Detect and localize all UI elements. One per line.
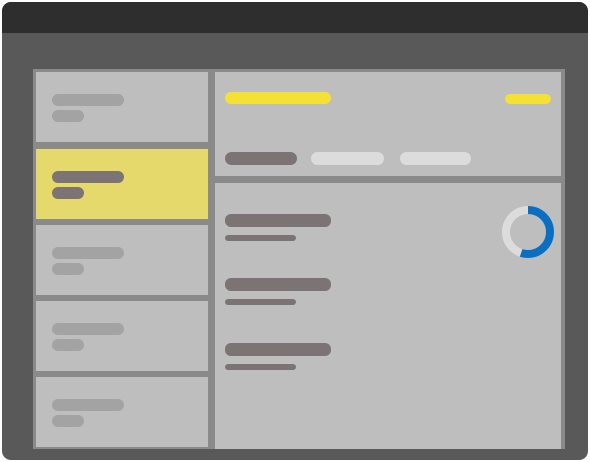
detail-header [215, 72, 561, 176]
list-item-subtitle-placeholder [52, 263, 84, 275]
list-item-title-placeholder [52, 94, 124, 106]
detail-row-3 [225, 343, 335, 375]
main-content [33, 69, 565, 449]
tab-3[interactable] [400, 152, 471, 165]
window-titlebar[interactable] [2, 2, 588, 33]
list-item-subtitle-placeholder [52, 187, 84, 199]
list-item-subtitle-placeholder [52, 339, 84, 351]
row-title-placeholder [225, 278, 331, 291]
header-title-placeholder [225, 92, 331, 104]
row-title-placeholder [225, 343, 331, 356]
sidebar-item-1[interactable] [36, 72, 208, 142]
sidebar-item-5[interactable] [36, 377, 208, 447]
list-item-title-placeholder [52, 247, 124, 259]
tab-2[interactable] [311, 152, 384, 165]
row-subtitle-placeholder [225, 235, 296, 241]
progress-ring-icon [502, 206, 554, 258]
sidebar-list [36, 72, 208, 449]
list-item-title-placeholder [52, 171, 124, 183]
sidebar-item-3[interactable] [36, 225, 208, 295]
detail-row-1 [225, 214, 335, 246]
detail-row-2 [225, 278, 335, 310]
list-item-title-placeholder [52, 323, 124, 335]
row-subtitle-placeholder [225, 364, 296, 370]
sidebar-item-4[interactable] [36, 301, 208, 371]
tab-1[interactable] [225, 152, 297, 165]
list-item-subtitle-placeholder [52, 110, 84, 122]
list-item-subtitle-placeholder [52, 415, 84, 427]
header-action-placeholder[interactable] [505, 94, 551, 104]
row-title-placeholder [225, 214, 331, 227]
row-subtitle-placeholder [225, 299, 296, 305]
detail-body [215, 183, 561, 449]
sidebar-item-2[interactable] [36, 149, 208, 219]
app-window [2, 2, 588, 460]
list-item-title-placeholder [52, 399, 124, 411]
